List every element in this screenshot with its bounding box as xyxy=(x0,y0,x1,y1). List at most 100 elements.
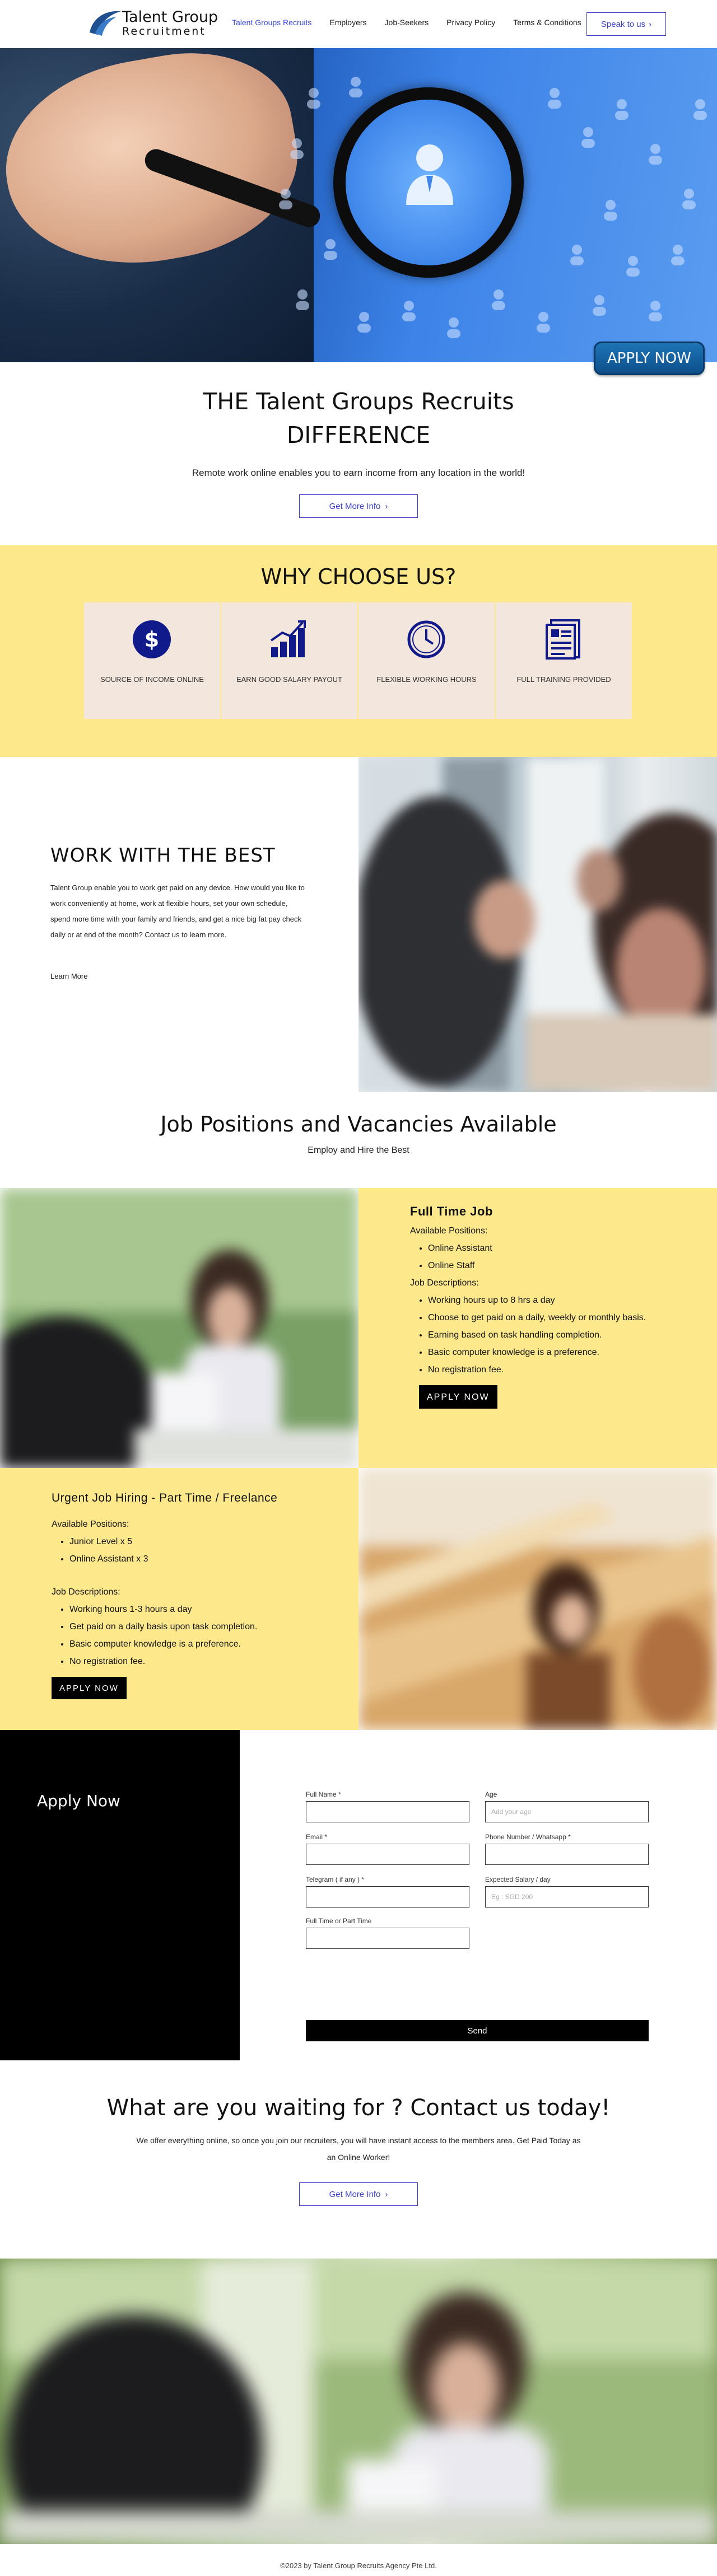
list-item: Online Assistant xyxy=(428,1240,662,1257)
full-time-job-row: Full Time Job Available Positions: Onlin… xyxy=(0,1188,717,1468)
list-item: Working hours up to 8 hrs a day xyxy=(428,1292,662,1309)
feature-card-income: $ SOURCE OF INCOME ONLINE xyxy=(84,602,220,719)
get-more-info-label: Get More Info xyxy=(329,2189,381,2199)
urgent-desc-label: Job Descriptions: xyxy=(52,1587,120,1597)
phone-field: Phone Number / Whatsapp * xyxy=(485,1833,649,1865)
logo-swoosh-icon xyxy=(87,7,122,39)
difference-title: THE Talent Groups Recruits DIFFERENCE xyxy=(0,362,717,452)
copyright-text: ©2023 by Talent Group Recruits Agency Pt… xyxy=(280,2561,437,2570)
age-input[interactable]: Add your age xyxy=(485,1801,649,1822)
nav-job-seekers[interactable]: Job-Seekers xyxy=(385,18,429,27)
list-item: Basic computer knowledge is a preference… xyxy=(69,1635,320,1653)
full-time-positions-list: Online Assistant Online Staff xyxy=(428,1240,662,1274)
telegram-field: Telegram ( if any ) * xyxy=(306,1876,469,1908)
full-time-desc-list: Working hours up to 8 hrs a day Choose t… xyxy=(428,1292,662,1378)
full-name-label: Full Name * xyxy=(306,1790,341,1798)
contact-section: What are you waiting for ? Contact us to… xyxy=(0,2060,717,2259)
logo-subtitle: Recruitment xyxy=(122,25,206,38)
hero-banner xyxy=(0,48,717,362)
list-item: No registration fee. xyxy=(428,1361,662,1378)
email-input[interactable] xyxy=(306,1844,469,1865)
magnifying-glass xyxy=(333,87,524,278)
why-choose-us-section: WHY CHOOSE US? $ SOURCE OF INCOME ONLINE xyxy=(0,545,717,757)
positions-subtitle: Employ and Hire the Best xyxy=(308,1146,409,1155)
job-type-field: Full Time or Part Time xyxy=(306,1917,469,1949)
document-icon xyxy=(542,618,585,661)
positions-title: Job Positions and Vacancies Available xyxy=(160,1112,557,1137)
salary-input[interactable]: Eg : SGD 200 xyxy=(485,1886,649,1908)
feature-card-label: EARN GOOD SALARY PAYOUT xyxy=(236,675,343,684)
interview-photo xyxy=(0,1188,358,1468)
phone-label: Phone Number / Whatsapp * xyxy=(485,1833,571,1841)
chevron-right-icon: › xyxy=(385,501,388,511)
nav-terms-conditions[interactable]: Terms & Conditions xyxy=(513,18,581,27)
urgent-positions-list: Junior Level x 5 Online Assistant x 3 xyxy=(69,1533,320,1568)
age-field: Age Add your age xyxy=(485,1790,649,1822)
feature-card-label: SOURCE OF INCOME ONLINE xyxy=(100,675,204,684)
urgent-text: Urgent Job Hiring - Part Time / Freelanc… xyxy=(52,1489,320,1699)
full-time-title: Full Time Job xyxy=(410,1204,493,1218)
difference-title-line2: DIFFERENCE xyxy=(286,422,431,448)
difference-section: THE Talent Groups Recruits DIFFERENCE Re… xyxy=(0,362,717,545)
logo[interactable]: Talent Group Recruitment xyxy=(87,7,218,39)
logo-title: Talent Group xyxy=(122,8,218,26)
telegram-input[interactable] xyxy=(306,1886,469,1908)
work-body: Talent Group enable you to work get paid… xyxy=(50,883,305,939)
apply-form-sidebar: Apply Now xyxy=(0,1730,240,2060)
phone-input[interactable] xyxy=(485,1844,649,1865)
apply-form-title: Apply Now xyxy=(37,1792,120,1810)
salary-label: Expected Salary / day xyxy=(485,1876,551,1883)
list-item: Choose to get paid on a daily, weekly or… xyxy=(428,1309,662,1326)
send-button[interactable]: Send xyxy=(306,2020,649,2041)
salary-field: Expected Salary / day Eg : SGD 200 xyxy=(485,1876,649,1908)
feature-cards: $ SOURCE OF INCOME ONLINE EARN GOOD SALA… xyxy=(84,602,632,719)
nav-employers[interactable]: Employers xyxy=(329,18,366,27)
bar-chart-icon xyxy=(268,618,310,661)
speak-to-us-button[interactable]: Speak to us › xyxy=(586,12,666,36)
urgent-panel: Urgent Job Hiring - Part Time / Freelanc… xyxy=(0,1468,358,1730)
clock-icon xyxy=(405,618,448,661)
list-item: Get paid on a daily basis upon task comp… xyxy=(69,1618,320,1635)
feature-card-training: FULL TRAINING PROVIDED xyxy=(496,602,632,719)
nav-privacy-policy[interactable]: Privacy Policy xyxy=(446,18,495,27)
get-more-info-label: Get More Info xyxy=(329,501,381,511)
chevron-right-icon: › xyxy=(649,19,652,29)
speak-button-label: Speak to us xyxy=(600,19,646,29)
email-label: Email * xyxy=(306,1833,328,1841)
feature-card-hours: FLEXIBLE WORKING HOURS xyxy=(358,602,495,719)
difference-title-line1: THE Talent Groups Recruits xyxy=(203,388,514,415)
contact-get-more-info-button[interactable]: Get More Info › xyxy=(299,2182,418,2206)
full-name-input[interactable] xyxy=(306,1801,469,1822)
full-name-field: Full Name * xyxy=(306,1790,469,1822)
nav-talent-groups-recruits[interactable]: Talent Groups Recruits xyxy=(232,18,311,27)
contact-body: We offer everything online, so once you … xyxy=(136,2136,581,2162)
get-more-info-button[interactable]: Get More Info › xyxy=(299,494,418,518)
list-item: Earning based on task handling completio… xyxy=(428,1326,662,1344)
site-header: Talent Group Recruitment Talent Groups R… xyxy=(0,0,717,48)
job-type-input[interactable] xyxy=(306,1928,469,1949)
difference-subtitle: Remote work online enables you to earn i… xyxy=(192,467,525,478)
footer-banner-photo xyxy=(0,2259,717,2544)
email-field: Email * xyxy=(306,1833,469,1865)
feature-card-label: FULL TRAINING PROVIDED xyxy=(516,675,611,684)
list-item: Basic computer knowledge is a preference… xyxy=(428,1344,662,1361)
telegram-label: Telegram ( if any ) * xyxy=(306,1876,365,1883)
list-item: Working hours 1-3 hours a day xyxy=(69,1601,320,1618)
person-icon xyxy=(406,144,453,205)
office-meeting-photo xyxy=(358,757,717,1092)
apply-form-section: Apply Now Full Name * Age Add your age E… xyxy=(0,1730,717,2060)
floating-apply-now-button[interactable]: APPLY NOW xyxy=(594,342,705,375)
list-item: No registration fee. xyxy=(69,1653,320,1670)
feature-card-salary: EARN GOOD SALARY PAYOUT xyxy=(221,602,357,719)
positions-section: Job Positions and Vacancies Available Em… xyxy=(0,1092,717,1188)
office-worker-photo xyxy=(358,1468,717,1730)
full-time-available-label: Available Positions: xyxy=(410,1226,488,1236)
list-item: Online Assistant x 3 xyxy=(69,1550,320,1568)
learn-more-link[interactable]: Learn More xyxy=(50,972,314,980)
full-time-apply-button[interactable]: APPLY NOW xyxy=(419,1385,497,1409)
urgent-title: Urgent Job Hiring - Part Time / Freelanc… xyxy=(52,1492,278,1504)
urgent-apply-button[interactable]: APPLY NOW xyxy=(52,1677,127,1699)
work-text-block: WORK WITH THE BEST Talent Group enable y… xyxy=(50,844,314,980)
site-footer: ©2023 by Talent Group Recruits Agency Pt… xyxy=(0,2544,717,2576)
age-label: Age xyxy=(485,1790,497,1798)
